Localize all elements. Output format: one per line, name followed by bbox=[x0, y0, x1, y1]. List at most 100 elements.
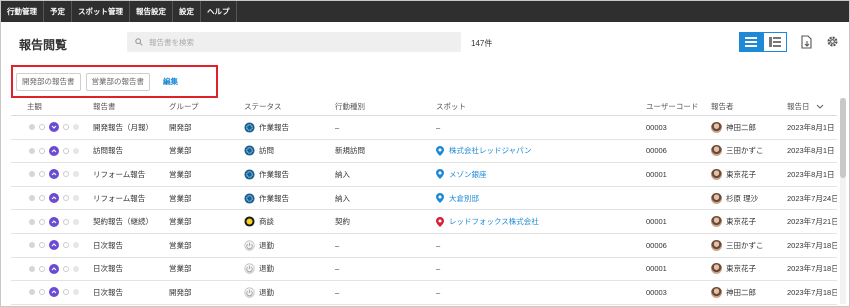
read-status-icon[interactable] bbox=[29, 265, 35, 272]
edit-tabs-link[interactable]: 編集 bbox=[163, 76, 178, 87]
col-header-status[interactable]: ステータス bbox=[244, 101, 335, 112]
table-row[interactable]: 日次報告 営業部 退勤 – – 00006 三田かずこ 2023年7月18日 bbox=[11, 234, 837, 258]
col-header-group[interactable]: グループ bbox=[169, 101, 244, 112]
flag-icon[interactable] bbox=[39, 289, 45, 296]
flag-icon[interactable] bbox=[39, 147, 45, 154]
spot-name[interactable]: メゾン銀座 bbox=[449, 169, 487, 180]
expand-up-icon[interactable] bbox=[49, 193, 59, 204]
expand-up-icon[interactable] bbox=[49, 216, 59, 227]
table-row[interactable]: 日次報告 開発部 退勤 – – 00003 神田二郎 2023年7月18日 bbox=[11, 281, 837, 305]
nav-item-schedule[interactable]: 予定 bbox=[44, 1, 72, 22]
report-type-cell[interactable]: 契約報告（継続） bbox=[93, 216, 169, 227]
search-box[interactable] bbox=[127, 32, 461, 52]
report-type-cell[interactable]: 日次報告 bbox=[93, 240, 169, 251]
nav-item-action-management[interactable]: 行動管理 bbox=[1, 1, 44, 22]
expand-down-icon[interactable] bbox=[49, 122, 59, 133]
tab-sales-reports[interactable]: 営業部の報告書 bbox=[85, 72, 150, 91]
status-cell: 商談 bbox=[244, 216, 335, 227]
star-icon[interactable] bbox=[73, 124, 79, 131]
detail-view-button[interactable] bbox=[763, 32, 787, 52]
report-type-cell[interactable]: 日次報告 bbox=[93, 287, 169, 298]
comment-icon[interactable] bbox=[63, 265, 69, 272]
col-header-spot[interactable]: スポット bbox=[436, 101, 646, 112]
expand-up-icon[interactable] bbox=[49, 287, 59, 298]
flag-icon[interactable] bbox=[39, 124, 45, 131]
table-row[interactable]: 日次報告 営業部 退勤 – – 00001 東京花子 2023年7月18日 bbox=[11, 258, 837, 282]
report-type-cell[interactable]: リフォーム報告 bbox=[93, 169, 169, 180]
chevron-down-icon bbox=[816, 104, 823, 109]
report-type-cell[interactable]: 訪問報告 bbox=[93, 145, 169, 156]
col-header-user-code[interactable]: ユーザーコード bbox=[646, 101, 711, 112]
star-icon[interactable] bbox=[73, 289, 79, 296]
status-cell: 退勤 bbox=[244, 263, 335, 274]
table-row[interactable]: リフォーム報告 営業部 作業報告 納入 メゾン銀座 00001 東京花子 202… bbox=[11, 163, 837, 187]
spot-cell[interactable]: 大倉別邸 bbox=[436, 193, 646, 204]
comment-icon[interactable] bbox=[63, 242, 69, 249]
vertical-scrollbar[interactable] bbox=[840, 98, 846, 304]
report-type-cell[interactable]: 日次報告 bbox=[93, 263, 169, 274]
search-input[interactable] bbox=[149, 37, 429, 47]
expand-up-icon[interactable] bbox=[49, 263, 59, 274]
col-header-action-type[interactable]: 行動種別 bbox=[335, 101, 436, 112]
nav-item-settings[interactable]: 設定 bbox=[173, 1, 201, 22]
expand-up-icon[interactable] bbox=[49, 240, 59, 251]
read-status-icon[interactable] bbox=[29, 147, 35, 154]
flag-icon[interactable] bbox=[39, 218, 45, 225]
star-icon[interactable] bbox=[73, 265, 79, 272]
table-row[interactable]: 訪問報告 営業部 訪問 新規訪問 株式会社レッドジャパン 00006 三田かずこ… bbox=[11, 140, 837, 164]
comment-icon[interactable] bbox=[63, 124, 69, 131]
spot-cell[interactable]: メゾン銀座 bbox=[436, 169, 646, 180]
comment-icon[interactable] bbox=[63, 147, 69, 154]
read-status-icon[interactable] bbox=[29, 218, 35, 225]
spot-name[interactable]: レッドフォックス株式会社 bbox=[449, 216, 539, 227]
page-header: 報告閲覧 147件 bbox=[1, 22, 849, 64]
tab-dev-reports[interactable]: 開発部の報告書 bbox=[16, 72, 81, 91]
flag-icon[interactable] bbox=[39, 195, 45, 202]
spot-name: – bbox=[436, 287, 441, 297]
col-header-subjective[interactable]: 主観 bbox=[11, 101, 93, 112]
expand-up-icon[interactable] bbox=[49, 169, 59, 180]
comment-icon[interactable] bbox=[63, 195, 69, 202]
table-row[interactable]: 開発報告（月報） 開発部 作業報告 – – 00003 神田二郎 2023年8月… bbox=[11, 116, 837, 140]
list-view-button[interactable] bbox=[739, 32, 763, 52]
gear-icon[interactable] bbox=[826, 35, 839, 50]
flag-icon[interactable] bbox=[39, 171, 45, 178]
flag-icon[interactable] bbox=[39, 242, 45, 249]
nav-item-help[interactable]: ヘルプ bbox=[201, 1, 237, 22]
col-header-reporter[interactable]: 報告者 bbox=[711, 101, 787, 112]
table-row[interactable]: リフォーム報告 営業部 作業報告 納入 大倉別邸 杉原 理沙 2023年7月24… bbox=[11, 187, 837, 211]
user-code-cell: 00001 bbox=[646, 169, 667, 179]
app-window: 行動管理 予定 スポット管理 報告設定 設定 ヘルプ 報告閲覧 147件 bbox=[0, 0, 850, 307]
comment-icon[interactable] bbox=[63, 218, 69, 225]
nav-item-report-settings[interactable]: 報告設定 bbox=[130, 1, 173, 22]
col-header-report[interactable]: 報告書 bbox=[93, 101, 169, 112]
comment-icon[interactable] bbox=[63, 171, 69, 178]
group-cell: 開発部 bbox=[169, 122, 192, 132]
scrollbar-thumb[interactable] bbox=[840, 98, 846, 178]
table-row[interactable]: 契約報告（継続） 営業部 商談 契約 レッドフォックス株式会社 00001 東京… bbox=[11, 210, 837, 234]
comment-icon[interactable] bbox=[63, 289, 69, 296]
export-icon[interactable] bbox=[801, 35, 813, 51]
read-status-icon[interactable] bbox=[29, 289, 35, 296]
reporter-name: 神田二郎 bbox=[726, 122, 756, 132]
table-body: 開発報告（月報） 開発部 作業報告 – – 00003 神田二郎 2023年8月… bbox=[11, 116, 837, 305]
star-icon[interactable] bbox=[73, 242, 79, 249]
star-icon[interactable] bbox=[73, 195, 79, 202]
spot-cell[interactable]: レッドフォックス株式会社 bbox=[436, 216, 646, 227]
report-type-cell[interactable]: 開発報告（月報） bbox=[93, 122, 169, 133]
flag-icon[interactable] bbox=[39, 265, 45, 272]
expand-up-icon[interactable] bbox=[49, 145, 59, 156]
read-status-icon[interactable] bbox=[29, 171, 35, 178]
read-status-icon[interactable] bbox=[29, 242, 35, 249]
star-icon[interactable] bbox=[73, 147, 79, 154]
star-icon[interactable] bbox=[73, 171, 79, 178]
star-icon[interactable] bbox=[73, 218, 79, 225]
spot-name[interactable]: 大倉別邸 bbox=[449, 193, 479, 204]
report-type-cell[interactable]: リフォーム報告 bbox=[93, 193, 169, 204]
read-status-icon[interactable] bbox=[29, 195, 35, 202]
col-header-report-date[interactable]: 報告日 bbox=[787, 101, 837, 112]
spot-cell[interactable]: 株式会社レッドジャパン bbox=[436, 145, 646, 156]
nav-item-spot-management[interactable]: スポット管理 bbox=[72, 1, 130, 22]
read-status-icon[interactable] bbox=[29, 124, 35, 131]
spot-name[interactable]: 株式会社レッドジャパン bbox=[449, 145, 532, 156]
